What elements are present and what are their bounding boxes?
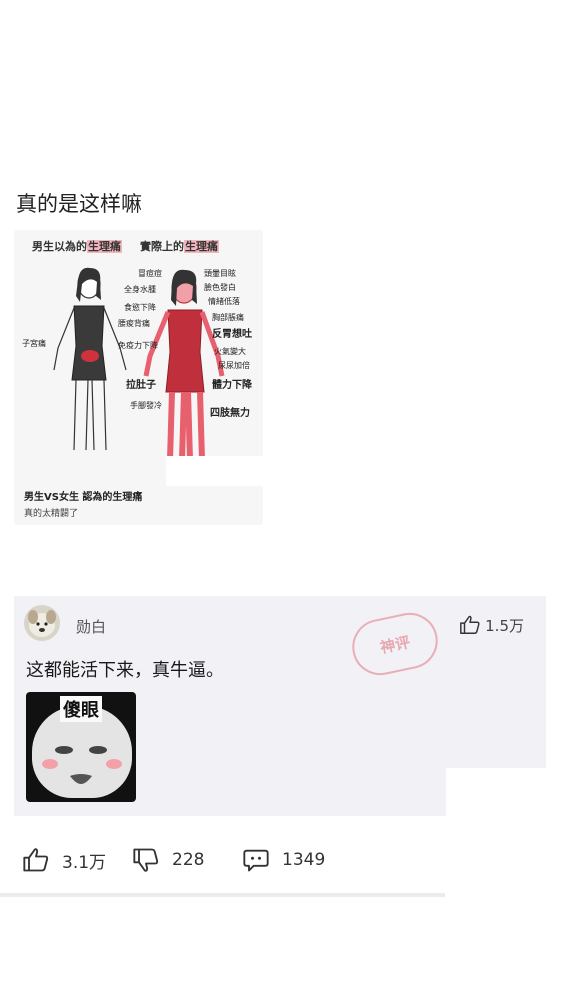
post-like-button[interactable]: 3.1万 <box>22 845 106 875</box>
image-header-right-prefix: 實際上的 <box>140 240 184 253</box>
post-dislike-button[interactable]: 228 <box>132 845 204 875</box>
meme-image[interactable]: 傻眼 <box>26 692 136 802</box>
card-blank-patch <box>446 768 546 818</box>
label-fatigue: 體力下降 <box>212 380 252 391</box>
label-uterus-pain: 子宮痛 <box>22 339 46 348</box>
dog-avatar-icon <box>28 610 56 637</box>
post-comment-button[interactable]: 1349 <box>242 845 325 875</box>
meme-caption: 傻眼 <box>60 696 102 722</box>
post-like-count: 3.1万 <box>62 852 107 873</box>
comment-like-button[interactable]: 1.5万 <box>459 614 524 636</box>
label-acne: 冒痘痘 <box>138 269 162 278</box>
avatar[interactable] <box>24 605 60 641</box>
image-caption: 男生VS女生 認為的生理痛 <box>24 492 143 503</box>
label-dizziness: 頭暈目眩 <box>204 269 236 278</box>
image-header-left-prefix: 男生以為的 <box>32 240 87 253</box>
stamp-text: 神评 <box>378 632 412 657</box>
label-edema: 全身水腫 <box>124 285 156 294</box>
comment-icon <box>243 849 269 872</box>
comment-like-count: 1.5万 <box>485 616 524 635</box>
comment-text: 这都能活下来，真牛逼。 <box>26 660 224 681</box>
image-header-right: 實際上的生理痛 <box>140 238 219 254</box>
label-appetite: 食慾下降 <box>124 303 156 312</box>
label-temper: 火氣變大 <box>214 347 246 356</box>
post-title: 真的是这样嘛 <box>16 192 142 216</box>
thumbs-up-icon <box>23 848 49 872</box>
label-mood: 情緒低落 <box>208 297 240 306</box>
label-weak-limbs: 四肢無力 <box>210 408 250 419</box>
username[interactable]: 勋白 <box>76 616 106 637</box>
label-back-pain: 腰痠背痛 <box>118 319 150 328</box>
image-header-left: 男生以為的生理痛 <box>32 238 122 254</box>
post-dislike-count: 228 <box>172 850 205 870</box>
label-pale: 臉色發白 <box>204 283 236 292</box>
label-chest-pain: 胸部脹痛 <box>212 313 244 322</box>
image-header-right-highlight: 生理痛 <box>184 240 219 253</box>
label-cold-limbs: 手腳發冷 <box>130 401 162 410</box>
label-diarrhea: 拉肚子 <box>126 380 156 391</box>
top-comment-stamp: 神评 <box>347 607 443 681</box>
divider <box>0 893 445 897</box>
thumbs-up-icon <box>460 615 480 634</box>
thumbs-down-icon <box>133 848 159 872</box>
label-nausea: 反胃想吐 <box>212 329 252 340</box>
label-immunity: 免疫力下降 <box>118 341 158 350</box>
image-blank-patch <box>166 456 266 486</box>
male-view-figure <box>53 267 127 451</box>
post-comment-count: 1349 <box>282 850 326 870</box>
image-subcaption: 真的太精闢了 <box>24 509 79 519</box>
image-header-left-highlight: 生理痛 <box>87 240 122 253</box>
label-urination: 尿尿加倍 <box>218 361 250 370</box>
